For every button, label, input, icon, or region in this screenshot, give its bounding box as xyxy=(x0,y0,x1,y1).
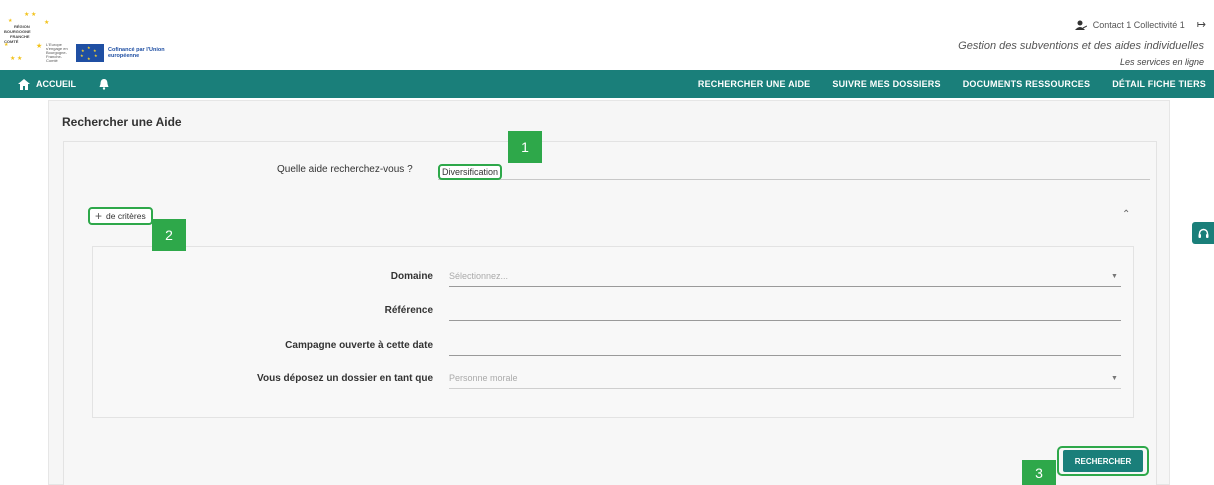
annotation-marker-2: 2 xyxy=(152,219,186,251)
svg-text:COMTÉ: COMTÉ xyxy=(4,39,19,44)
annotation-marker-3: 3 xyxy=(1022,460,1056,485)
depot-dropdown-icon[interactable]: ▼ xyxy=(1111,375,1118,382)
svg-text:★: ★ xyxy=(36,42,42,50)
annotation-marker-1: 1 xyxy=(508,131,542,163)
svg-text:★: ★ xyxy=(8,18,13,24)
more-criteria-toggle[interactable]: + de critères xyxy=(88,207,153,225)
reference-input[interactable] xyxy=(449,320,1121,321)
eu-small-text: L'Europe s'engage en Bourgogne-Franche-C… xyxy=(46,42,68,63)
app-tagline: Les services en ligne xyxy=(1119,57,1204,67)
page-title: Rechercher une Aide xyxy=(62,115,182,129)
depot-underline xyxy=(449,388,1121,389)
svg-text:★ ★: ★ ★ xyxy=(10,55,22,62)
plus-icon: + xyxy=(95,209,103,223)
question-input-underline xyxy=(438,179,1150,180)
depot-label: Vous déposez un dossier en tant que xyxy=(257,373,433,384)
nav-home[interactable]: ACCUEIL xyxy=(18,78,76,90)
reference-label: Référence xyxy=(384,305,433,316)
depot-select[interactable]: Personne morale xyxy=(449,373,518,383)
search-button[interactable]: RECHERCHER xyxy=(1063,450,1143,472)
top-header: ★ ★ ★ ★ ★ ★ ★ ★ RÉGION BOURGOGNE FRANCHE… xyxy=(0,0,1214,70)
nav-link-suivre-dossiers[interactable]: SUIVRE MES DOSSIERS xyxy=(832,79,940,89)
domaine-dropdown-icon[interactable]: ▼ xyxy=(1111,273,1118,280)
eu-cofinance-label: Cofinancé par l'Union européenne xyxy=(108,47,165,59)
search-page-card: Rechercher une Aide Quelle aide recherch… xyxy=(48,100,1170,485)
nav-home-label: ACCUEIL xyxy=(36,79,76,89)
svg-text:★: ★ xyxy=(44,19,49,26)
app-subtitle: Gestion des subventions et des aides ind… xyxy=(958,40,1204,52)
campagne-date-input[interactable] xyxy=(449,355,1121,356)
user-icon xyxy=(1074,20,1087,30)
nav-link-rechercher-aide[interactable]: RECHERCHER UNE AIDE xyxy=(698,79,810,89)
nav-link-detail-fiche-tiers[interactable]: DÉTAIL FICHE TIERS xyxy=(1112,79,1206,89)
more-criteria-label: de critères xyxy=(106,211,146,221)
help-tab[interactable] xyxy=(1192,222,1214,244)
question-input[interactable]: Diversification xyxy=(438,164,503,180)
nav-link-documents-ressources[interactable]: DOCUMENTS RESSOURCES xyxy=(963,79,1091,89)
eu-cofinance-block: L'Europe s'engage en Bourgogne-Franche-C… xyxy=(46,42,168,63)
svg-text:★ ★: ★ ★ xyxy=(24,11,36,18)
campagne-label: Campagne ouverte à cette date xyxy=(285,340,433,351)
criteria-panel: Domaine Sélectionnez... ▼ Référence Camp… xyxy=(92,246,1134,418)
headset-icon xyxy=(1198,228,1208,238)
chevron-up-icon[interactable]: ⌃ xyxy=(1122,209,1130,220)
domaine-underline xyxy=(449,286,1121,287)
eu-flag-icon: ★ ★ ★ ★ ★ ★ xyxy=(76,44,104,62)
user-name[interactable]: Contact 1 Collectivité 1 xyxy=(1093,20,1185,30)
domaine-select[interactable]: Sélectionnez... xyxy=(449,271,508,281)
bell-icon[interactable] xyxy=(98,78,110,90)
domaine-label: Domaine xyxy=(390,271,433,282)
user-block: Contact 1 Collectivité 1 ↦ xyxy=(1074,18,1206,31)
search-form-card: Quelle aide recherchez-vous ? Diversific… xyxy=(63,141,1157,485)
logout-icon[interactable]: ↦ xyxy=(1197,18,1206,31)
nav-links: RECHERCHER UNE AIDE SUIVRE MES DOSSIERS … xyxy=(698,70,1206,98)
main-navbar: ACCUEIL RECHERCHER UNE AIDE SUIVRE MES D… xyxy=(0,70,1214,98)
home-icon xyxy=(18,78,30,90)
question-label: Quelle aide recherchez-vous ? xyxy=(277,164,413,175)
